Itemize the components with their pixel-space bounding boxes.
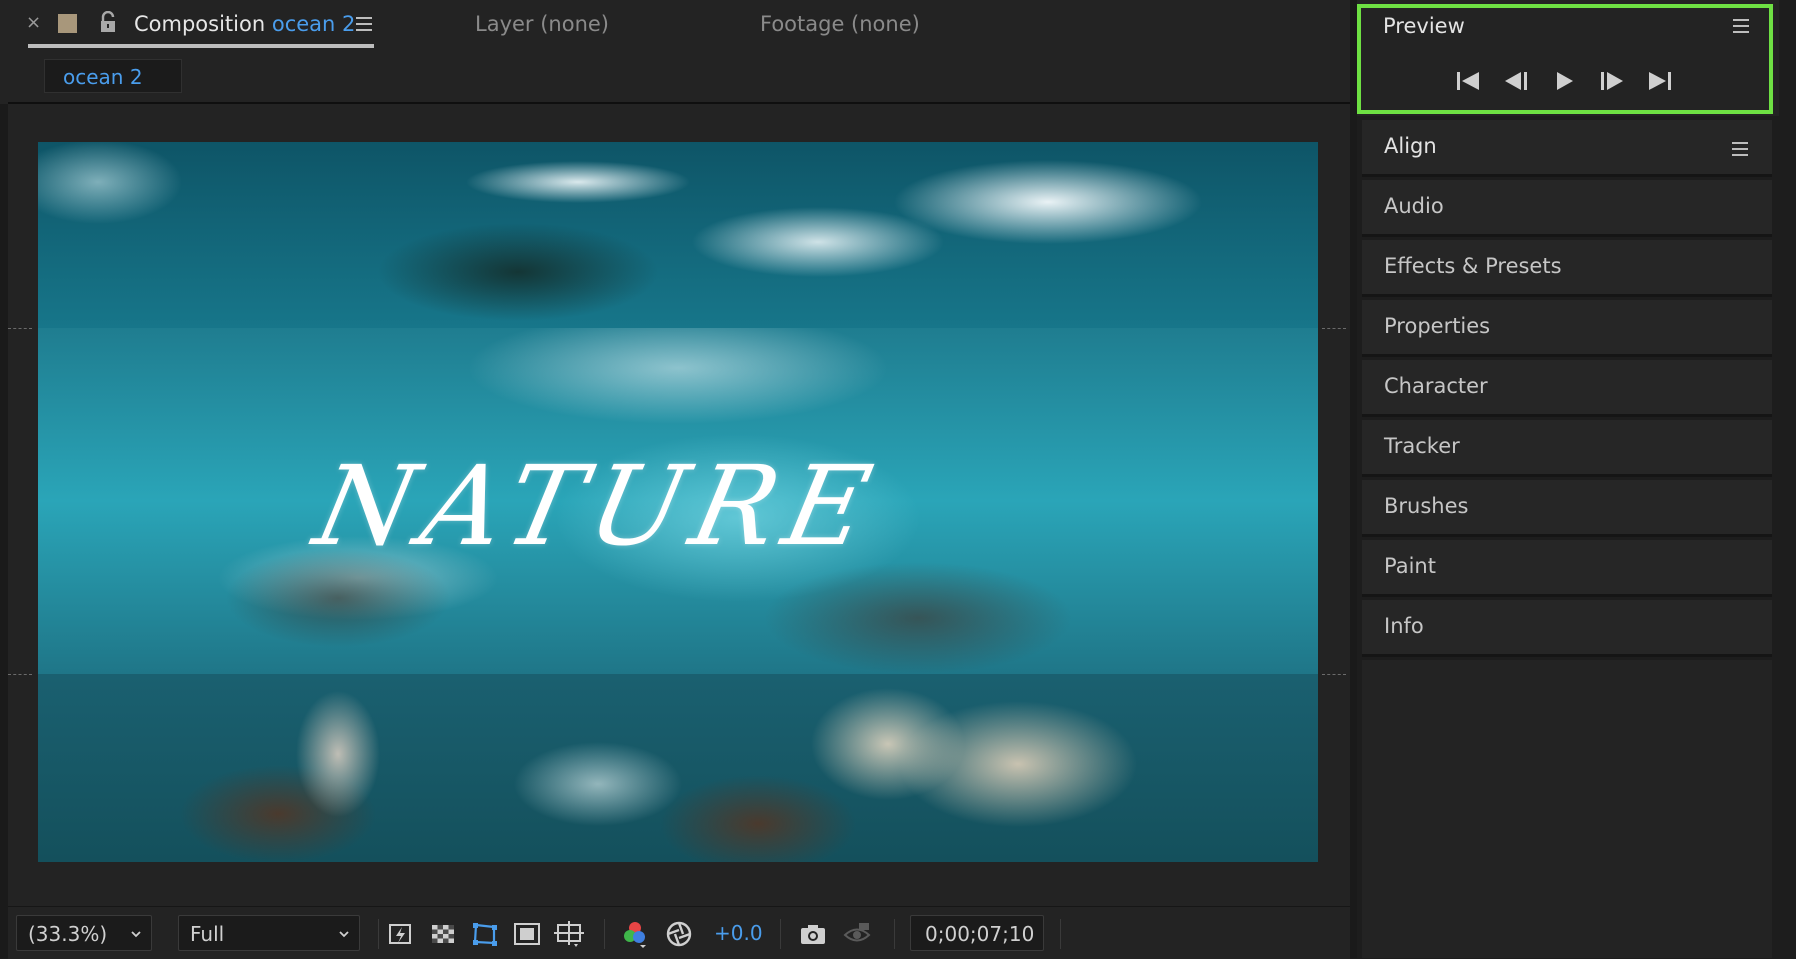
panel-character-label: Character <box>1384 374 1488 398</box>
transparency-grid-icon[interactable] <box>428 919 458 949</box>
panel-menu-icon[interactable] <box>356 17 372 31</box>
guides-grid-icon[interactable] <box>554 919 584 949</box>
resolution-dropdown[interactable]: Full <box>178 915 360 951</box>
show-snapshot-icon[interactable] <box>842 919 872 949</box>
guide-marker-left-top <box>8 328 32 330</box>
panel-brushes[interactable]: Brushes <box>1362 480 1772 537</box>
composition-tab[interactable]: Composition ocean 2 <box>134 12 355 36</box>
panel-tracker[interactable]: Tracker <box>1362 420 1772 477</box>
guide-marker-right-bottom <box>1322 674 1346 676</box>
toolbar-separator <box>780 919 781 949</box>
panel-info-label: Info <box>1384 614 1424 638</box>
panel-info[interactable]: Info <box>1362 600 1772 657</box>
toolbar-separator <box>894 919 895 949</box>
footage-tab[interactable]: Footage (none) <box>760 12 920 36</box>
empty-panel-area <box>1362 660 1772 958</box>
composition-tab-name: ocean 2 <box>271 12 356 36</box>
panel-align-label: Align <box>1384 134 1437 158</box>
toolbar-separator <box>604 919 605 949</box>
active-tab-underline <box>28 44 374 48</box>
viewer-left-edge <box>0 104 8 958</box>
last-frame-icon[interactable] <box>1645 68 1675 94</box>
panel-brushes-label: Brushes <box>1384 494 1469 518</box>
panel-properties-label: Properties <box>1384 314 1491 338</box>
region-of-interest-icon[interactable] <box>512 919 542 949</box>
panel-menu-icon[interactable] <box>1732 142 1748 156</box>
panel-divider[interactable] <box>1350 0 1357 958</box>
fast-previews-icon[interactable] <box>386 919 416 949</box>
viewer-toolbar: (33.3%) Full +0.0 0;00;07;10 <box>8 906 1350 959</box>
layer-tab[interactable]: Layer (none) <box>475 12 609 36</box>
composition-navigator-label: ocean 2 <box>63 65 143 89</box>
first-frame-icon[interactable] <box>1453 68 1483 94</box>
lock-icon[interactable] <box>98 11 118 33</box>
panel-audio[interactable]: Audio <box>1362 180 1772 237</box>
chevron-down-icon <box>339 931 349 938</box>
panel-properties[interactable]: Properties <box>1362 300 1772 357</box>
panel-paint[interactable]: Paint <box>1362 540 1772 597</box>
preview-panel-title[interactable]: Preview <box>1383 14 1465 38</box>
reset-exposure-icon[interactable] <box>664 919 694 949</box>
composition-frame[interactable]: NATURE <box>38 142 1318 862</box>
snapshot-icon[interactable] <box>798 919 828 949</box>
panel-tracker-label: Tracker <box>1384 434 1460 458</box>
guide-marker-right-top <box>1322 328 1346 330</box>
close-tab-button[interactable]: × <box>26 12 41 33</box>
footage-bottom-region <box>38 674 1318 862</box>
panel-menu-icon[interactable] <box>1733 19 1749 33</box>
current-time-display[interactable]: 0;00;07;10 <box>910 915 1044 951</box>
mask-path-icon[interactable] <box>470 919 500 949</box>
composition-tab-bar: × Composition ocean 2 Layer (none) Foota… <box>0 0 1357 52</box>
next-frame-icon[interactable] <box>1597 68 1627 94</box>
panel-align[interactable]: Align <box>1362 120 1772 177</box>
exposure-value[interactable]: +0.0 <box>714 921 763 945</box>
resolution-value: Full <box>190 922 225 946</box>
composition-tab-label: Composition <box>134 12 266 36</box>
footage-top-region <box>38 142 1318 328</box>
color-channels-icon[interactable] <box>620 919 650 949</box>
panel-audio-label: Audio <box>1384 194 1444 218</box>
play-icon[interactable] <box>1549 68 1579 94</box>
previous-frame-icon[interactable] <box>1501 68 1531 94</box>
panel-character[interactable]: Character <box>1362 360 1772 417</box>
panel-effects-presets[interactable]: Effects & Presets <box>1362 240 1772 297</box>
toolbar-separator <box>1060 919 1061 949</box>
magnification-value: (33.3%) <box>28 922 108 946</box>
timecode-value: 0;00;07;10 <box>925 922 1035 946</box>
magnification-dropdown[interactable]: (33.3%) <box>16 915 152 951</box>
guide-marker-left-bottom <box>8 674 32 676</box>
preview-panel: Preview <box>1357 0 1779 116</box>
chevron-down-icon <box>131 931 141 938</box>
panel-paint-label: Paint <box>1384 554 1436 578</box>
composition-panel: × Composition ocean 2 Layer (none) Foota… <box>0 0 1357 959</box>
panel-effects-presets-label: Effects & Presets <box>1384 254 1562 278</box>
toolbar-separator <box>378 919 379 949</box>
label-color-swatch[interactable] <box>58 14 77 33</box>
composition-navigator-tab[interactable]: ocean 2 <box>44 59 182 93</box>
title-text-layer: NATURE <box>304 442 892 570</box>
